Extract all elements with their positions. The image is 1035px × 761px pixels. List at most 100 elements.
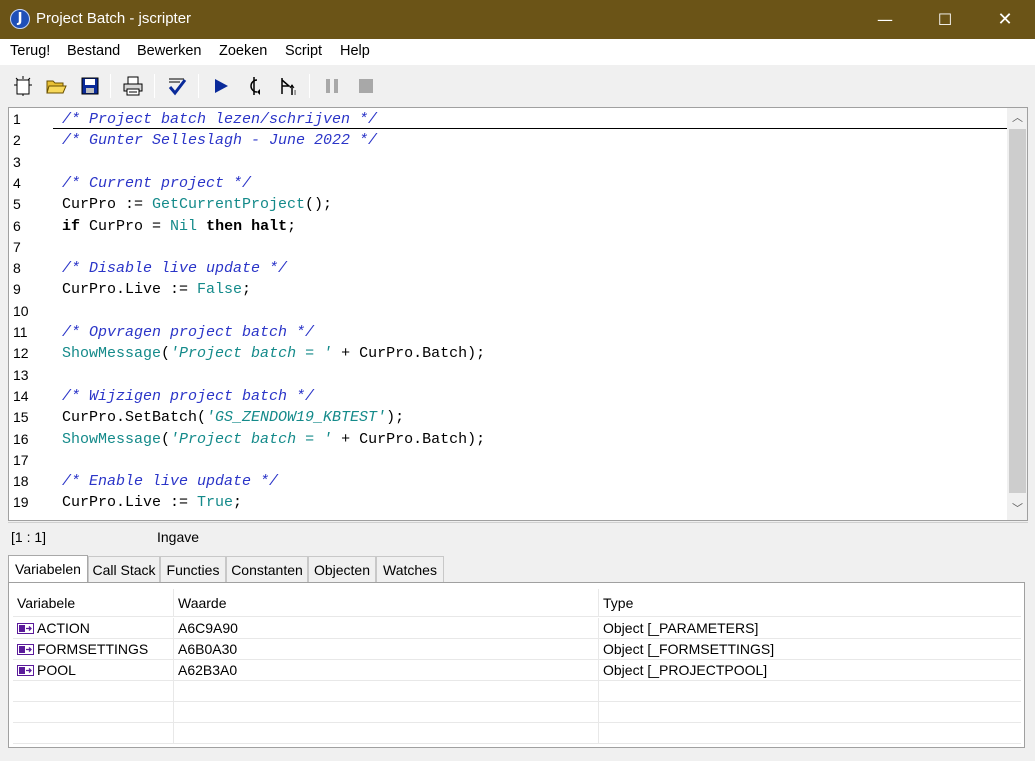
code-token-plain: ;: [287, 217, 297, 235]
code-line[interactable]: /* Opvragen project batch */: [62, 324, 314, 341]
menu-help[interactable]: Help: [340, 43, 370, 59]
code-line[interactable]: ShowMessage('Project batch = ' + CurPro.…: [62, 345, 485, 362]
code-token-comment: /* Project batch lezen/schrijven */: [62, 111, 378, 128]
line-number: 5: [13, 196, 21, 213]
editor-vertical-scrollbar[interactable]: ︿ ﹀: [1007, 108, 1027, 520]
empty-row: [13, 723, 1021, 744]
variable-row[interactable]: POOL A62B3A0 Object [_PROJECTPOOL]: [13, 660, 1021, 681]
line-number: 11: [13, 324, 28, 340]
app-logo-icon: J: [10, 9, 30, 29]
run-button[interactable]: [208, 73, 234, 99]
code-token-plain: CurPro.Live :=: [62, 494, 198, 512]
code-editor[interactable]: 1 2 3 4 5 6 7 8 9 10 11 12 13 14 15 16 17 18 19 /* Project…: [8, 107, 1028, 521]
scroll-down-arrow-icon[interactable]: ﹀: [1007, 499, 1027, 520]
stop-icon: [359, 79, 373, 93]
tab-functies[interactable]: Functies: [160, 556, 226, 582]
menu-terug[interactable]: Terug!: [10, 43, 50, 59]
variables-grid[interactable]: Variabele Waarde Type ACTION A6C9A90 Objec…: [8, 582, 1025, 748]
menu-bewerken[interactable]: Bewerken: [137, 43, 201, 59]
empty-row: [13, 702, 1021, 723]
line-number: 16: [13, 430, 29, 447]
window-bottom-edge: [0, 755, 1035, 761]
code-line[interactable]: /* Current project */: [62, 175, 251, 192]
object-variable-icon: [17, 644, 34, 655]
variable-row[interactable]: FORMSETTINGS A6B0A30 Object [_FORMSETTINGS…: [13, 639, 1021, 660]
code-line[interactable]: CurPro.SetBatch('GS_ZENDOW19_KBTEST');: [62, 409, 404, 426]
code-line[interactable]: ShowMessage('Project batch = ' + CurPro.…: [62, 431, 485, 448]
code-token-comment: /* Enable live update */: [62, 473, 279, 491]
tab-objecten[interactable]: Objecten: [308, 556, 376, 582]
variable-name-cell: POOL: [13, 660, 174, 681]
code-line[interactable]: /* Gunter Selleslagh - June 2022 */: [62, 132, 377, 149]
code-token-func: ShowMessage: [62, 430, 162, 448]
print-button[interactable]: [120, 73, 146, 99]
run-icon: [215, 79, 228, 93]
maximize-button[interactable]: ☐: [916, 0, 974, 39]
line-number: 3: [13, 153, 21, 170]
code-area[interactable]: /* Project batch lezen/schrijven */ /* Gu…: [53, 108, 1007, 520]
svg-text:I: I: [294, 89, 296, 97]
column-header-type[interactable]: Type: [599, 589, 1019, 617]
minimize-button[interactable]: —: [856, 0, 914, 39]
pause-button[interactable]: [319, 73, 345, 99]
cell-text: POOL: [37, 662, 76, 678]
variable-value-cell: A6C9A90: [174, 618, 599, 639]
line-number: 8: [13, 260, 21, 277]
cell-text: A62B3A0: [178, 662, 238, 678]
code-token-plain: );: [386, 409, 405, 427]
code-token-plain: (: [161, 430, 171, 448]
variable-value-cell: A6B0A30: [174, 639, 599, 660]
code-line[interactable]: /* Project batch lezen/schrijven */: [62, 111, 377, 128]
menu-bar: Terug! Bestand Bewerken Zoeken Script He…: [0, 39, 1035, 65]
code-line[interactable]: /* Enable live update */: [62, 473, 278, 490]
variable-name-cell: [13, 681, 174, 702]
toolbar: I: [0, 65, 1035, 105]
line-number: 9: [13, 281, 21, 298]
variable-type-cell: Object [_PARAMETERS]: [599, 618, 1019, 639]
menu-bestand[interactable]: Bestand: [67, 43, 120, 59]
line-number: 14: [13, 387, 29, 404]
code-line[interactable]: CurPro.Live := False;: [62, 281, 251, 298]
step-into-button[interactable]: [241, 73, 267, 99]
scroll-up-arrow-icon[interactable]: ︿: [1007, 108, 1027, 129]
code-line[interactable]: CurPro := GetCurrentProject();: [62, 196, 332, 213]
check-syntax-button[interactable]: [164, 73, 190, 99]
open-button[interactable]: [43, 73, 69, 99]
code-line[interactable]: CurPro.Live := True;: [62, 494, 242, 511]
object-variable-icon: [17, 623, 34, 634]
variable-row[interactable]: ACTION A6C9A90 Object [_PARAMETERS]: [13, 618, 1021, 639]
menu-zoeken[interactable]: Zoeken: [219, 43, 267, 59]
scrollbar-thumb[interactable]: [1009, 129, 1026, 493]
code-line[interactable]: if CurPro = Nil then halt;: [62, 218, 296, 235]
variable-name-cell: FORMSETTINGS: [13, 639, 174, 660]
save-button[interactable]: [77, 73, 103, 99]
tab-watches[interactable]: Watches: [376, 556, 444, 582]
column-header-waarde[interactable]: Waarde: [174, 589, 599, 617]
code-token-str: 'GS_ZENDOW19_KBTEST': [206, 409, 387, 427]
variable-name-cell: ACTION: [13, 618, 174, 639]
menu-script[interactable]: Script: [285, 43, 322, 59]
line-number: 1: [13, 111, 21, 127]
code-line[interactable]: /* Wijzigen project batch */: [62, 388, 314, 405]
line-number: 12: [13, 345, 29, 362]
code-token-func: ShowMessage: [62, 345, 162, 363]
toolbar-separator: [198, 74, 199, 98]
close-button[interactable]: ✕: [976, 0, 1034, 39]
column-header-variabele[interactable]: Variabele: [13, 589, 174, 617]
tab-call-stack[interactable]: Call Stack: [88, 556, 160, 582]
window-title: Project Batch - jscripter: [36, 10, 192, 27]
code-line[interactable]: /* Disable live update */: [62, 260, 287, 277]
variable-value-cell: [174, 681, 599, 702]
toolbar-separator: [309, 74, 310, 98]
new-button[interactable]: [10, 73, 36, 99]
tab-constanten[interactable]: Constanten: [226, 556, 308, 582]
code-token-kw: if: [62, 217, 81, 235]
code-token-plain: ();: [305, 196, 333, 214]
code-token-comment: /* Current project */: [62, 174, 252, 192]
tab-variabelen[interactable]: Variabelen: [8, 555, 88, 583]
step-over-button[interactable]: I: [275, 73, 301, 99]
code-token-comment: /* Wijzigen project batch */: [62, 387, 315, 405]
toolbar-separator: [154, 74, 155, 98]
stop-button[interactable]: [353, 73, 379, 99]
line-number: 2: [13, 132, 21, 149]
